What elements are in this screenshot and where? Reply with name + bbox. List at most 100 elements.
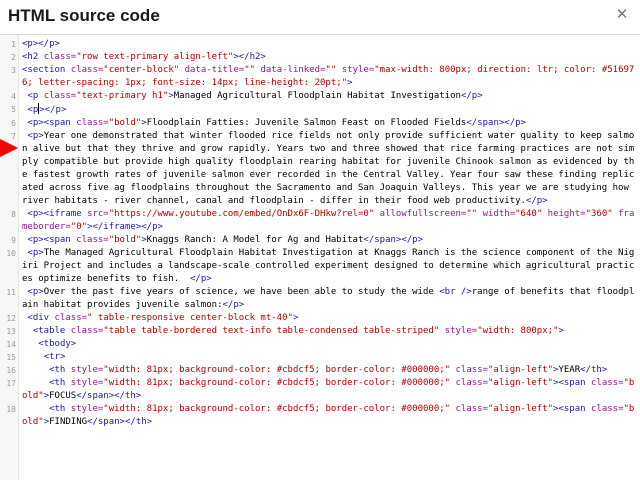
code-lines[interactable]: 1 <p></p> 2 <h2 class="row text-primary ali… xyxy=(0,38,640,429)
code-token: <p><span xyxy=(27,235,77,245)
code-token: <th xyxy=(49,378,71,388)
code-text[interactable]: <section class="center-block" data-title… xyxy=(22,64,637,90)
code-token: </p> xyxy=(222,300,245,310)
code-token: "360" xyxy=(585,209,619,219)
code-line[interactable]: 1 <p></p> xyxy=(0,38,640,51)
code-token: <p><span xyxy=(27,118,77,128)
code-token: Floodplain Fatties: Juvenile Salmon Feas… xyxy=(146,118,467,128)
code-line[interactable]: 3 <section class="center-block" data-titl… xyxy=(0,64,640,90)
code-line[interactable]: 17 <th style="width: 81px; background-co… xyxy=(0,377,640,403)
code-token: class= xyxy=(455,404,489,414)
code-token: </span></th> xyxy=(87,417,153,427)
line-number: 2 xyxy=(11,53,16,62)
line-number: 15 xyxy=(6,353,16,362)
code-line[interactable]: 16 <th style="width: 81px; background-co… xyxy=(0,364,640,377)
code-token: class= xyxy=(76,235,109,245)
code-token: width= xyxy=(482,209,516,219)
code-token: FINDING xyxy=(49,417,88,427)
line-number: 1 xyxy=(11,40,16,49)
code-token: class= xyxy=(590,404,624,414)
code-text[interactable]: <th style="width: 81px; background-color… xyxy=(22,377,637,403)
code-token: class= xyxy=(43,91,77,101)
code-line[interactable]: 6 <p><span class="bold">Floodplain Fatti… xyxy=(0,117,640,130)
code-text[interactable]: <p><span class="bold">Knaggs Ranch: A Mo… xyxy=(22,234,637,247)
code-token: "align-left" xyxy=(488,365,554,375)
code-line[interactable]: 4 <p class="text-primary h1">Managed Agr… xyxy=(0,90,640,103)
code-text[interactable]: <p><iframe src="https://www.youtube.com/… xyxy=(22,208,637,234)
code-line[interactable]: 2 <h2 class="row text-primary align-left"… xyxy=(0,51,640,64)
code-token: "align-left" xyxy=(488,378,554,388)
code-token: "https://www.youtube.com/embed/OnDx6F-DH… xyxy=(108,209,380,219)
code-token: "" xyxy=(325,65,342,75)
code-text[interactable]: <th style="width: 81px; background-color… xyxy=(22,364,637,377)
code-token: style= xyxy=(70,404,104,414)
code-text[interactable]: <p class="text-primary h1">Managed Agric… xyxy=(22,90,637,103)
code-token: "width: 81px; background-color: #cbdcf5;… xyxy=(103,365,456,375)
code-token: "text-primary h1" xyxy=(76,91,169,101)
code-line[interactable]: 18 <th style="width: 81px; background-co… xyxy=(0,403,640,429)
code-token: src= xyxy=(87,209,109,219)
line-number: 8 xyxy=(11,210,16,219)
code-token: style= xyxy=(341,65,375,75)
code-line[interactable]: 5 <p></p> xyxy=(0,103,640,117)
code-line[interactable]: 12 <div class=" table-responsive center-… xyxy=(0,312,640,325)
code-line[interactable]: 7 <p>Year one demonstrated that winter f… xyxy=(0,130,640,208)
code-token: class= xyxy=(76,118,109,128)
code-token: Knaggs Ranch: A Model for Ag and Habitat xyxy=(146,235,364,245)
code-token: data-linked= xyxy=(260,65,326,75)
close-icon[interactable]: ✕ xyxy=(612,5,632,25)
code-line[interactable]: 11 <p>Over the past five years of scienc… xyxy=(0,286,640,312)
code-token: </span></p> xyxy=(363,235,424,245)
code-token: <p> xyxy=(27,287,44,297)
code-text[interactable]: <tbody> xyxy=(22,338,637,351)
code-token: allowfullscreen= xyxy=(379,209,467,219)
code-line[interactable]: 9 <p><span class="bold">Knaggs Ranch: A … xyxy=(0,234,640,247)
code-token: <p> xyxy=(27,131,44,141)
code-token: > xyxy=(558,326,564,336)
code-text[interactable]: <p><span class="bold">Floodplain Fatties… xyxy=(22,117,637,130)
code-line[interactable]: 8 <p><iframe src="https://www.youtube.co… xyxy=(0,208,640,234)
code-text[interactable]: <p>Year one demonstrated that winter flo… xyxy=(22,130,637,208)
code-text[interactable]: <h2 class="row text-primary align-left">… xyxy=(22,51,637,64)
code-line[interactable]: 14 <tbody> xyxy=(0,338,640,351)
code-text[interactable]: <p></p> xyxy=(22,38,637,51)
code-token: <th xyxy=(49,404,71,414)
code-line[interactable]: 15 <tr> xyxy=(0,351,640,364)
dialog-title: HTML source code xyxy=(8,6,160,25)
code-text[interactable]: <tr> xyxy=(22,351,637,364)
code-token: <p> xyxy=(27,248,44,258)
code-token: " table-responsive center-block mt-40" xyxy=(87,313,293,323)
line-number: 17 xyxy=(6,379,16,388)
code-token: </p> xyxy=(189,274,212,284)
code-token: </span></p> xyxy=(466,118,526,128)
code-token: <tr> xyxy=(43,352,66,362)
code-text[interactable]: <table class="table table-bordered text-… xyxy=(22,325,637,338)
code-line[interactable]: 10 <p>The Managed Agricultural Floodplai… xyxy=(0,247,640,286)
code-text[interactable]: <p>The Managed Agricultural Floodplain H… xyxy=(22,247,637,286)
code-text[interactable]: <p></p> xyxy=(22,103,637,117)
line-number: 5 xyxy=(11,105,16,114)
code-token: ></iframe></p> xyxy=(87,222,163,232)
code-token: Over the past five years of science, we … xyxy=(43,287,440,297)
dialog-titlebar: HTML source code ✕ xyxy=(0,0,640,35)
code-token: class= xyxy=(455,365,489,375)
code-token: class= xyxy=(70,326,104,336)
code-token: Year one demonstrated that winter floode… xyxy=(22,131,635,206)
code-token: "bold" xyxy=(108,118,142,128)
code-line[interactable]: 13 <table class="table table-bordered te… xyxy=(0,325,640,338)
code-editor[interactable]: 1 <p></p> 2 <h2 class="row text-primary ali… xyxy=(0,35,640,480)
line-number: 16 xyxy=(6,366,16,375)
code-text[interactable]: <p>Over the past five years of science, … xyxy=(22,286,637,312)
code-token: style= xyxy=(70,365,104,375)
line-number: 14 xyxy=(6,340,16,349)
code-text[interactable]: <div class=" table-responsive center-blo… xyxy=(22,312,637,325)
code-token: > xyxy=(347,78,353,88)
arrow-marker-icon xyxy=(0,139,18,157)
code-token: ></h2> xyxy=(233,52,266,62)
code-token: class= xyxy=(590,378,624,388)
code-text[interactable]: <th style="width: 81px; background-color… xyxy=(22,403,637,429)
code-token: <p><iframe xyxy=(27,209,88,219)
